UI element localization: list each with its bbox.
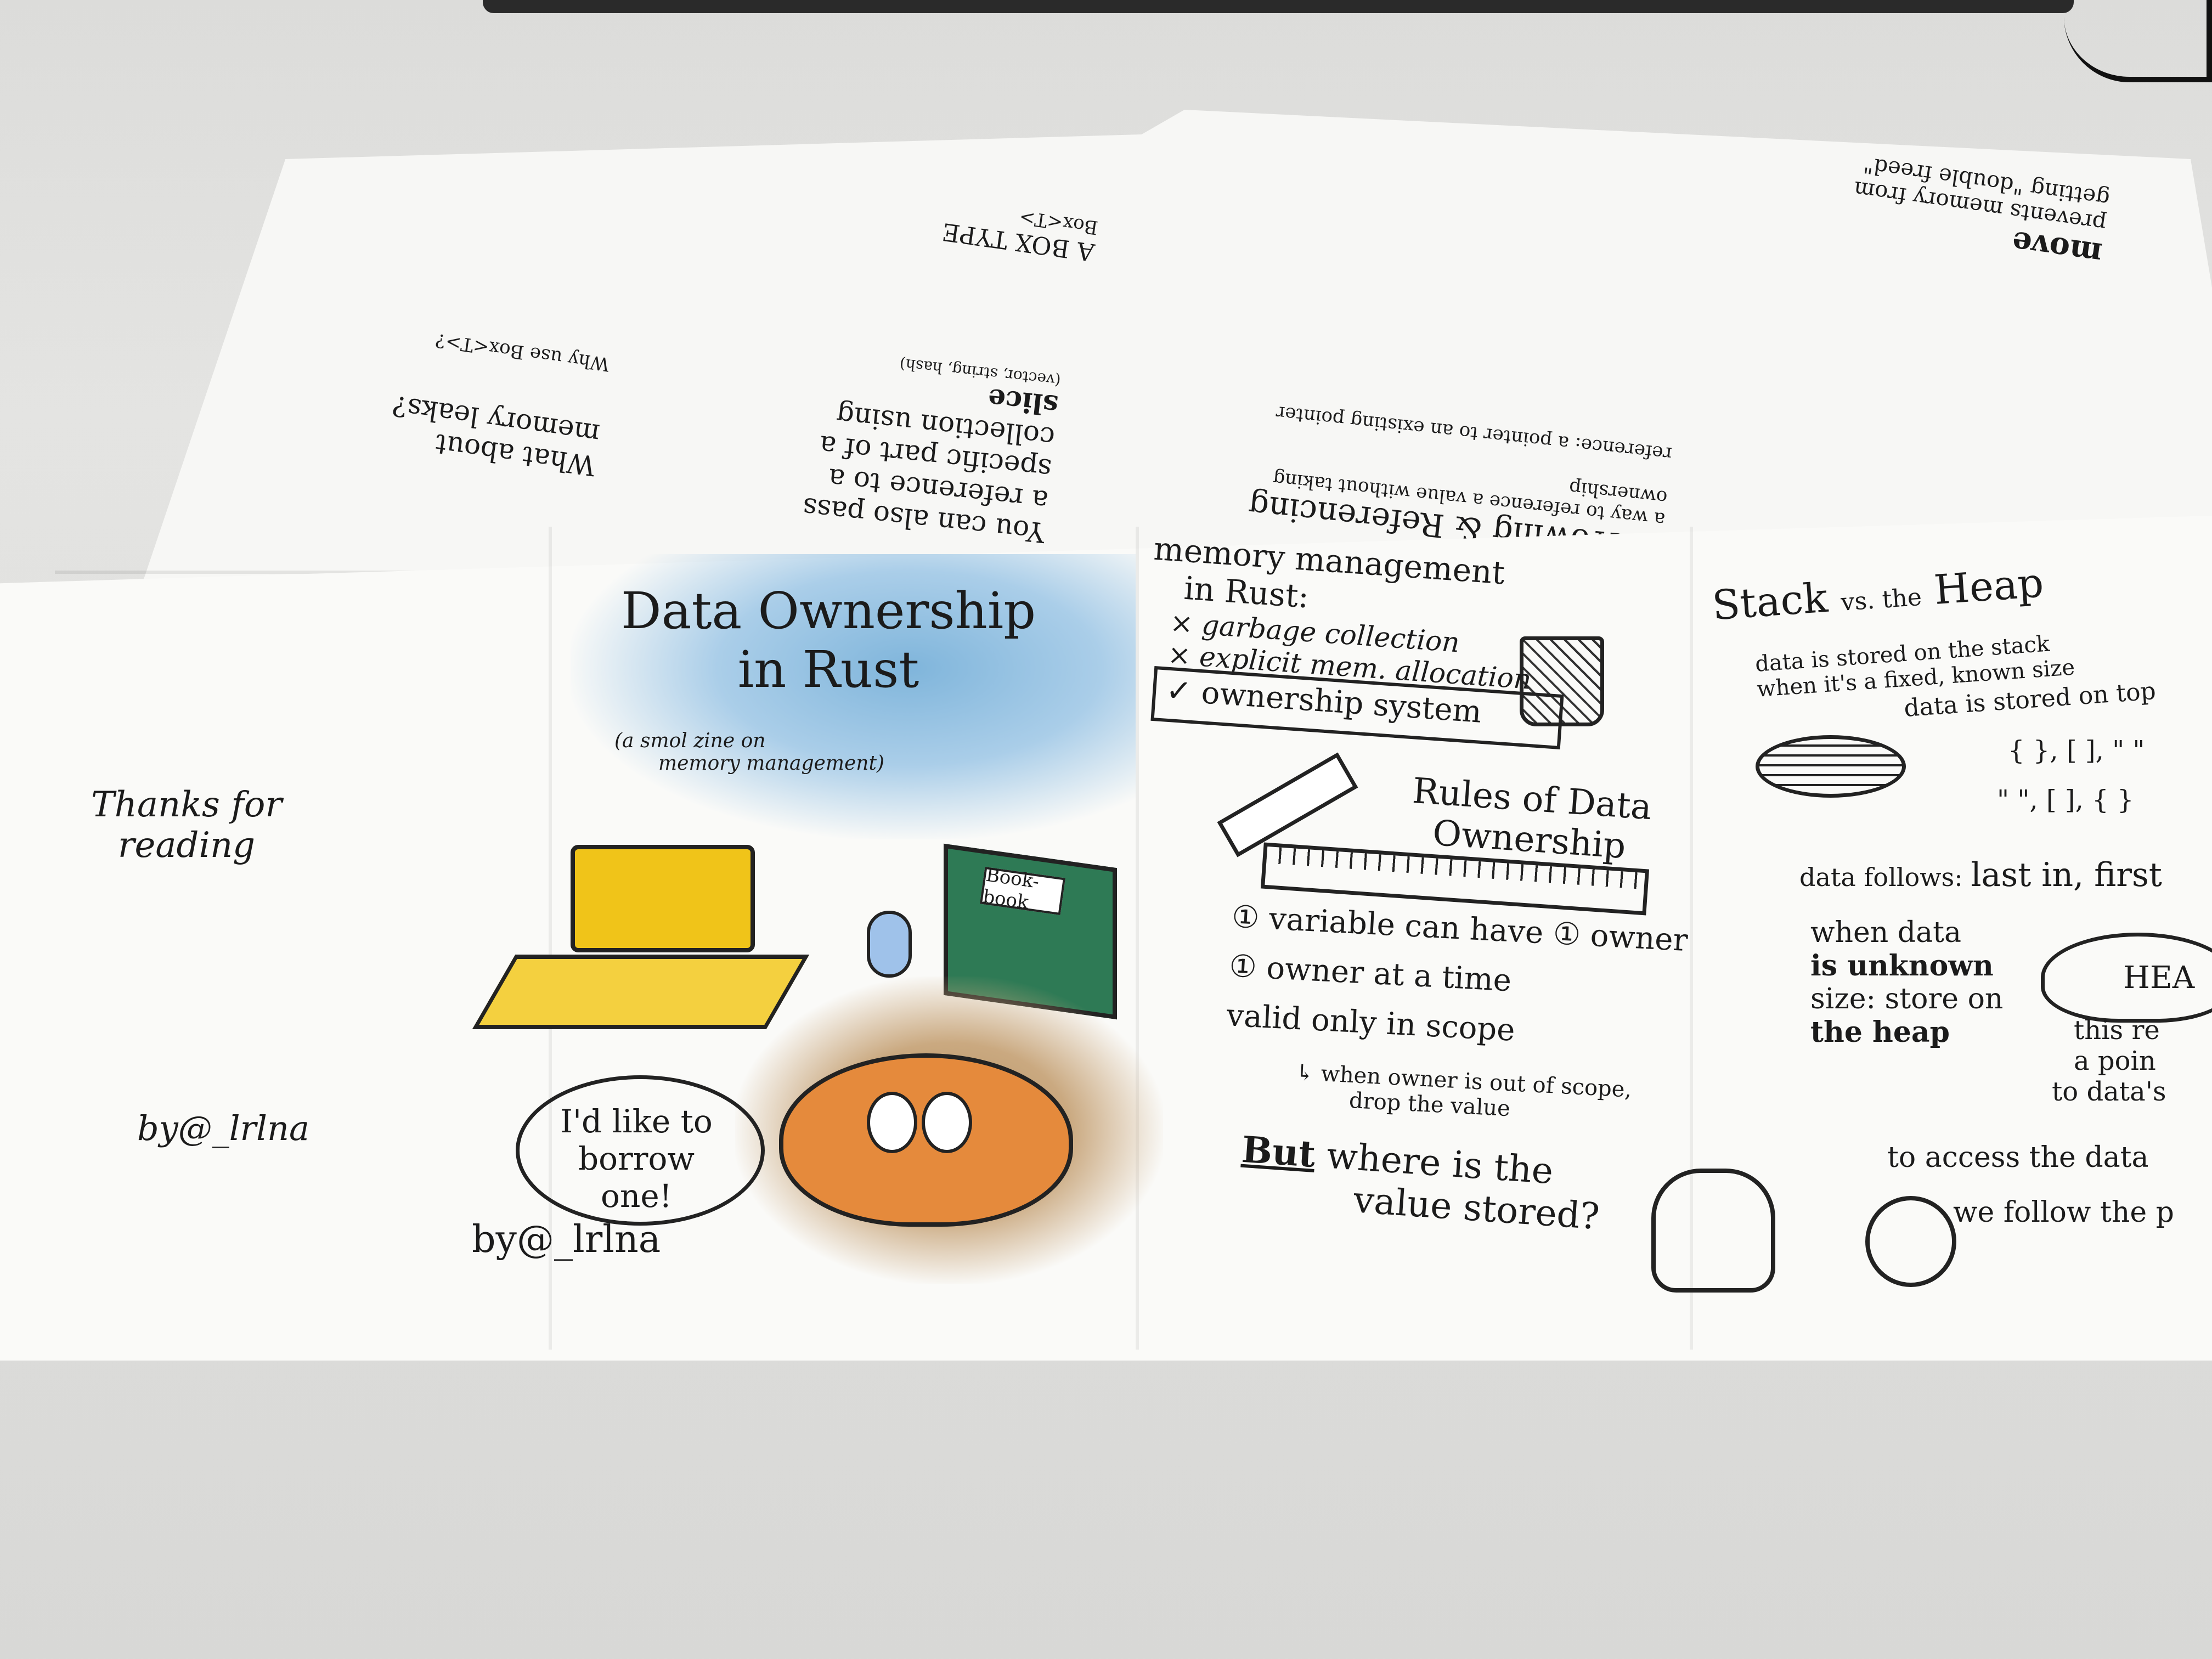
backpack-icon <box>1651 1169 1775 1293</box>
back-cover: Thanks for reading <box>33 785 340 866</box>
unknown-line-1: when data <box>1810 916 1961 949</box>
cable <box>2064 0 2212 82</box>
access-note: to access the data <box>1887 1141 2149 1174</box>
crab-eye-left <box>867 1092 917 1153</box>
question-lead: But <box>1240 1127 1317 1176</box>
follows-value: last in, first <box>1971 856 2162 894</box>
follows-line: data follows: last in, first <box>1799 856 2212 894</box>
book-label: Book-book <box>979 864 1066 915</box>
symbols-2: " ", [ ], { } <box>1997 785 2134 815</box>
heap-label: HEA <box>2123 960 2195 996</box>
pointer-line-1: this re <box>2074 1015 2160 1046</box>
key-icon <box>1865 1196 1956 1287</box>
follows-lead: data follows: <box>1799 862 1963 892</box>
title-heap: Heap <box>1932 559 2045 614</box>
cover-subtitle-line-2: memory management) <box>658 752 884 775</box>
unknown-line-4: the heap <box>1810 1015 1950 1049</box>
follow-note: we follow the p <box>1953 1196 2174 1229</box>
cover-title-line-1: Data Ownership <box>620 582 1036 640</box>
computer-icon <box>571 845 755 952</box>
rules-list: ① variable can have ① owner ① owner at a… <box>1226 893 1726 1066</box>
speech-text: I'd like to borrow one! <box>560 1103 713 1215</box>
cover-title-line-2: in Rust <box>737 640 919 699</box>
back-cover-author: by@_lrlna <box>137 1108 309 1148</box>
symbols-1: { }, [ ], " " <box>2008 735 2145 766</box>
title-stack: Stack <box>1711 574 1830 630</box>
crab-eye-right <box>922 1092 972 1153</box>
pointer-line-2: a poin <box>2074 1046 2156 1076</box>
thanks-line-1: Thanks for <box>91 785 283 825</box>
cover-author: by@_lrlna <box>472 1218 661 1261</box>
cover-subtitle-line-1: (a smol zine on <box>614 730 766 752</box>
cover-subtitle: (a smol zine on memory management) <box>614 730 998 775</box>
pointer-note: this re a poin to data's <box>2052 1015 2211 1107</box>
thanks-line-2: reading <box>117 825 256 866</box>
pointer-line-3: to data's <box>2052 1076 2166 1107</box>
cover-title: Data Ownership in Rust <box>592 582 1064 699</box>
mouse-icon <box>867 911 912 978</box>
laptop-edge <box>483 0 2074 13</box>
title-vs: vs. the <box>1839 583 1923 617</box>
stack-plates-icon <box>1756 735 1906 798</box>
